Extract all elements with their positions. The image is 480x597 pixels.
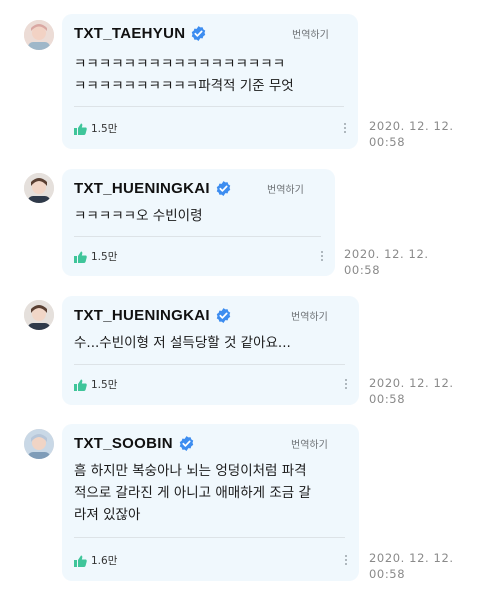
more-options-icon[interactable]	[320, 251, 323, 261]
like-count: 1.5만	[91, 251, 118, 263]
translate-button[interactable]: 번역하기	[267, 181, 304, 196]
like-button[interactable]: 1.5만	[74, 377, 117, 392]
avatar[interactable]	[24, 20, 54, 50]
translate-button[interactable]: 번역하기	[291, 308, 328, 323]
more-options-icon[interactable]	[344, 555, 347, 565]
thumbs-up-icon	[74, 251, 87, 263]
username[interactable]: TXT_HUENINGKAI	[74, 307, 210, 324]
comment-bubble: TXT_SOOBIN 번역하기 흠 하지만 복숭아나 뇌는 엉덩이처럼 파격 적…	[62, 424, 359, 581]
like-button[interactable]: 1.5만	[74, 249, 117, 264]
translate-button[interactable]: 번역하기	[292, 26, 329, 41]
avatar[interactable]	[24, 300, 54, 330]
verified-badge-icon	[216, 181, 231, 196]
like-count: 1.5만	[91, 123, 118, 135]
translate-button[interactable]: 번역하기	[291, 436, 328, 451]
username-row: TXT_TAEHYUN	[74, 25, 207, 42]
divider	[74, 537, 345, 538]
avatar[interactable]	[24, 429, 54, 459]
username-row: TXT_SOOBIN	[74, 435, 195, 452]
thumbs-up-icon	[74, 123, 87, 135]
like-count: 1.6만	[91, 555, 118, 567]
comment-text: 수...수빈이형 저 설득당할 것 같아요...	[74, 335, 291, 351]
like-count: 1.5만	[91, 379, 118, 391]
like-button[interactable]: 1.5만	[74, 121, 117, 136]
verified-badge-icon	[179, 436, 194, 451]
thumbs-up-icon	[74, 555, 87, 567]
comment-bubble: TXT_HUENINGKAI 번역하기 ㅋㅋㅋㅋㅋ오 수빈이령 1.5만	[62, 169, 335, 276]
avatar[interactable]	[24, 173, 54, 203]
comment-bubble: TXT_TAEHYUN 번역하기 ㅋㅋㅋㅋㅋㅋㅋㅋㅋㅋㅋㅋㅋㅋㅋㅋㅋ ㅋㅋㅋㅋㅋ…	[62, 14, 358, 149]
like-button[interactable]: 1.6만	[74, 553, 117, 568]
verified-badge-icon	[216, 308, 231, 323]
timestamp: 2020. 12. 12. 00:58	[369, 376, 454, 406]
divider	[74, 106, 344, 107]
comment-bubble: TXT_HUENINGKAI 번역하기 수...수빈이형 저 설득당할 것 같아…	[62, 296, 359, 405]
username-row: TXT_HUENINGKAI	[74, 307, 232, 324]
verified-badge-icon	[192, 26, 206, 41]
comment-text: 흠 하지만 복숭아나 뇌는 엉덩이처럼 파격 적으로 갈라진 게 아니고 애매하…	[74, 463, 311, 523]
thumbs-up-icon	[74, 379, 87, 391]
comment-text: ㅋㅋㅋㅋㅋㅋㅋㅋㅋㅋㅋㅋㅋㅋㅋㅋㅋ ㅋㅋㅋㅋㅋㅋㅋㅋㅋㅋ파격적 기준 무엇	[74, 56, 294, 94]
divider	[74, 236, 321, 237]
username[interactable]: TXT_HUENINGKAI	[74, 180, 210, 197]
more-options-icon[interactable]	[343, 123, 346, 133]
more-options-icon[interactable]	[344, 379, 347, 389]
divider	[74, 364, 345, 365]
username-row: TXT_HUENINGKAI	[74, 180, 232, 197]
comment-text: ㅋㅋㅋㅋㅋ오 수빈이령	[74, 208, 203, 224]
username[interactable]: TXT_TAEHYUN	[74, 25, 185, 42]
timestamp: 2020. 12. 12. 00:58	[344, 247, 429, 277]
username[interactable]: TXT_SOOBIN	[74, 435, 173, 452]
timestamp: 2020. 12. 12. 00:58	[369, 551, 454, 581]
timestamp: 2020. 12. 12. 00:58	[369, 119, 454, 149]
